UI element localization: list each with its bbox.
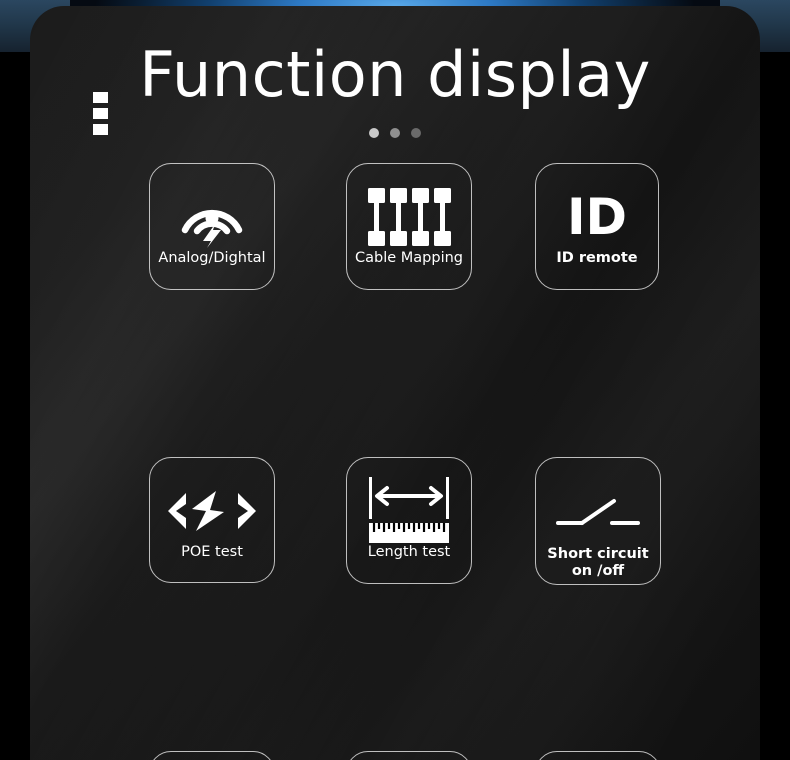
- feature-card-ncv-function[interactable]: NCV NCV function: [346, 751, 472, 760]
- pagination-dot-1[interactable]: [369, 128, 379, 138]
- feature-card-label: Cable Mapping: [352, 250, 466, 267]
- pagination-dots[interactable]: [30, 128, 760, 138]
- screenshot-root: Function display: [0, 0, 790, 760]
- switch-open-icon: [536, 480, 660, 546]
- ruler-measure-icon: [347, 478, 471, 544]
- feature-card-poe-test[interactable]: POE test: [149, 457, 275, 583]
- feature-card-label: Short circuit on /off: [544, 546, 651, 580]
- page-title: Function display: [30, 38, 760, 112]
- poe-bolt-arrows-icon: [150, 478, 274, 544]
- feature-card-label: POE test: [178, 544, 246, 561]
- id-text-icon-label: ID: [567, 191, 627, 243]
- feature-card-length-test[interactable]: Length test: [346, 457, 472, 584]
- left-black-rail: [0, 52, 30, 760]
- feature-card-cable-mapping[interactable]: Cable Mapping: [346, 163, 472, 290]
- pagination-dot-3[interactable]: [411, 128, 421, 138]
- feature-card-label: Length test: [365, 544, 453, 561]
- function-display-panel: Function display: [30, 6, 760, 760]
- feature-card-label: Analog/Dightal: [155, 250, 268, 267]
- right-black-rail: [760, 52, 790, 760]
- feature-row: Analog/Dightal Cable Mapp: [30, 163, 760, 310]
- feature-grid: Analog/Dightal Cable Mapp: [30, 133, 760, 721]
- feature-card-label: ID remote: [553, 250, 640, 267]
- pagination-dot-2[interactable]: [390, 128, 400, 138]
- feature-row: 60V 60V prevent burning NCV NCV function: [30, 751, 760, 760]
- feature-card-id-remote[interactable]: ID ID remote: [535, 163, 659, 290]
- cable-pins-icon: [347, 184, 471, 250]
- signal-wave-bolt-icon: [150, 184, 274, 250]
- feature-card-analog-digital[interactable]: Analog/Dightal: [149, 163, 275, 290]
- feature-card-short-circuit[interactable]: Short circuit on /off: [535, 457, 661, 585]
- feature-card-60v-prevent[interactable]: 60V 60V prevent burning: [149, 751, 275, 760]
- id-text-icon: ID: [536, 184, 658, 250]
- feature-card-port-flashing[interactable]: Port flashing: [535, 751, 661, 760]
- feature-row: POE test: [30, 457, 760, 604]
